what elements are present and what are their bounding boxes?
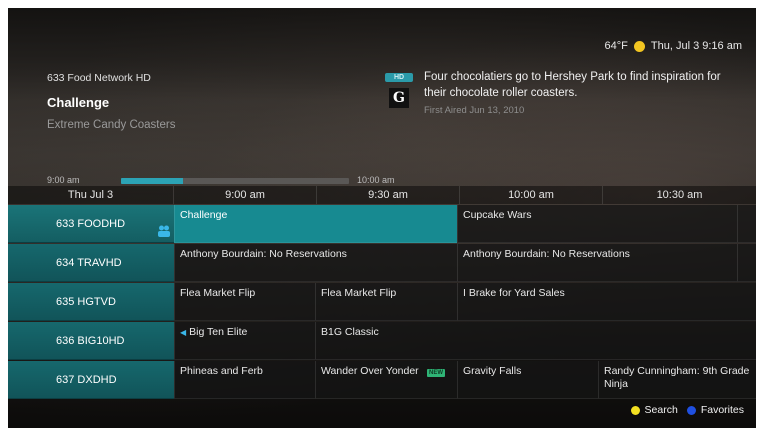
time-slot: 10:00 am	[460, 186, 603, 204]
program-description: Four chocolatiers go to Hershey Park to …	[424, 71, 721, 99]
guide-row: 633 FOODHD Challenge Cupcake Wars	[8, 205, 756, 244]
date-time: Thu, Jul 3 9:16 am	[650, 40, 742, 52]
program-cell[interactable]: Flea Market Flip	[174, 283, 315, 321]
progress-start-time: 9:00 am	[47, 175, 80, 185]
first-aired: First Aired Jun 13, 2010	[424, 105, 525, 116]
program-title: Big Ten Elite	[189, 326, 248, 338]
info-program-title: Challenge	[47, 95, 110, 110]
time-header-date: Thu Jul 3	[8, 186, 174, 204]
favorites-label[interactable]: Favorites	[701, 404, 744, 416]
program-cell[interactable]: Cupcake Wars	[457, 205, 737, 243]
program-cell[interactable]	[737, 205, 756, 243]
program-cell[interactable]: Phineas and Ferb	[174, 361, 315, 399]
time-slot: 10:30 am	[656, 189, 703, 201]
program-cell[interactable]: Wander Over Yonder	[315, 361, 457, 399]
sun-icon	[633, 40, 645, 52]
program-cell[interactable]	[737, 244, 756, 282]
program-cell[interactable]: I Brake for Yard Sales	[457, 283, 756, 321]
time-slot: 9:30 am	[317, 186, 460, 204]
left-arrow-icon: ◀	[180, 328, 187, 337]
favorite-icon	[156, 224, 172, 240]
temperature: 64°F	[604, 40, 628, 52]
time-slot: 9:00 am	[174, 186, 317, 204]
status-bar: 64°F Thu, Jul 3 9:16 am	[605, 38, 742, 54]
program-cell[interactable]: Gravity Falls	[457, 361, 598, 399]
guide-row: 637 DXDHD Phineas and Ferb Wander Over Y…	[8, 361, 756, 400]
blue-button-icon	[686, 405, 696, 415]
progress-bar	[121, 178, 349, 184]
progress-bar-fill	[121, 178, 183, 184]
new-badge: NEW	[427, 369, 445, 377]
program-cell-focused[interactable]: Challenge	[174, 205, 457, 243]
channel-cell[interactable]: 636 BIG10HD	[8, 322, 174, 360]
footer-legend: Search Favorites	[630, 403, 744, 417]
progress-end-time: 10:00 am	[357, 175, 395, 185]
guide-grid: 633 FOODHD Challenge Cupcake Wars 634 TR…	[8, 205, 756, 400]
search-label[interactable]: Search	[645, 404, 678, 416]
yellow-button-icon	[630, 405, 640, 415]
channel-cell[interactable]: 633 FOODHD	[8, 205, 174, 243]
channel-cell[interactable]: 634 TRAVHD	[8, 244, 174, 282]
channel-cell[interactable]: 635 HGTVD	[8, 283, 174, 321]
rating-icon: G	[389, 88, 409, 108]
program-cell[interactable]: Randy Cunningham: 9th Grade Ninja	[598, 361, 756, 399]
program-cell[interactable]: Flea Market Flip	[315, 283, 457, 321]
time-header: Thu Jul 3 9:00 am 9:30 am 10:00 am 10:30…	[8, 186, 756, 204]
info-channel-name: 633 Food Network HD	[47, 72, 151, 84]
guide-row: 635 HGTVD Flea Market Flip Flea Market F…	[8, 283, 756, 322]
program-cell[interactable]: Anthony Bourdain: No Reservations	[457, 244, 737, 282]
program-cell[interactable]: ◀ Big Ten Elite	[174, 322, 315, 360]
hd-badge: HD	[385, 73, 413, 82]
program-cell[interactable]: B1G Classic	[315, 322, 756, 360]
program-cell[interactable]: Anthony Bourdain: No Reservations	[174, 244, 457, 282]
guide-row: 634 TRAVHD Anthony Bourdain: No Reservat…	[8, 244, 756, 283]
channel-cell[interactable]: 637 DXDHD	[8, 361, 174, 399]
info-episode-title: Extreme Candy Coasters	[47, 119, 176, 131]
guide-row: 636 BIG10HD ◀ Big Ten Elite B1G Classic	[8, 322, 756, 361]
